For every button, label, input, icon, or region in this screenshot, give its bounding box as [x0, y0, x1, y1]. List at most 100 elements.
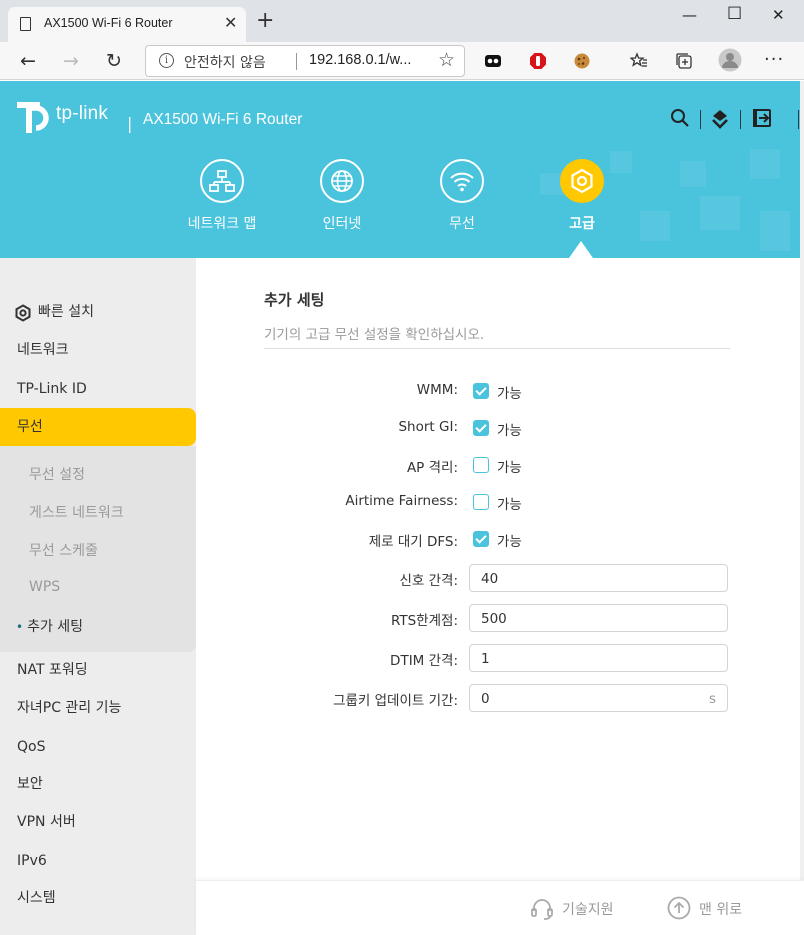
zero-wait-dfs-label: 제로 대기 DFS: [368, 534, 458, 550]
nav-wireless[interactable]: 무선 [402, 159, 522, 233]
sidebar-item-quick-setup[interactable]: 빠른 설치 [0, 293, 196, 331]
sidebar-item-qos[interactable]: QoS [0, 728, 196, 766]
maximize-icon[interactable]: ☐ [727, 4, 742, 24]
scrollbar[interactable] [800, 81, 804, 935]
divider [740, 110, 741, 129]
airtime-fairness-label: Airtime Fairness: [345, 493, 458, 509]
ap-isolation-checkbox[interactable] [473, 457, 489, 473]
tplink-logo-icon [17, 102, 49, 133]
headset-icon [531, 899, 553, 920]
group-key-update-input[interactable]: 0 s [469, 684, 728, 712]
ap-isolation-enable-label[interactable]: 가능 [497, 456, 522, 476]
decor [750, 149, 780, 179]
divider [798, 110, 799, 129]
sidebar-item-label: 보안 [17, 776, 43, 792]
nav-advanced[interactable]: 고급 [522, 159, 642, 233]
brand-name: tp-link [56, 103, 109, 124]
field-value: 0 [481, 691, 490, 707]
back-icon[interactable]: ← [20, 50, 36, 72]
divider [296, 53, 297, 70]
gear-icon [15, 304, 31, 322]
rts-threshold-label: RTS한계점: [390, 613, 458, 629]
sidebar-item-label: QoS [17, 739, 46, 755]
dtim-interval-label: DTIM 간격: [390, 653, 458, 669]
sidebar-item-security[interactable]: 보안 [0, 765, 196, 803]
wifi-icon [440, 159, 484, 203]
url-text[interactable]: 192.168.0.1/w... [309, 52, 411, 68]
sidebar-item-label: 시스템 [17, 890, 56, 906]
sidebar-item-ipv6[interactable]: IPv6 [0, 842, 196, 880]
active-nav-pointer [569, 241, 593, 258]
short-gi-checkbox[interactable] [473, 420, 489, 436]
sidebar: 빠른 설치 네트워크 TP-Link ID 무선 무선 설정 게스트 네트워크 … [0, 258, 196, 935]
address-bar[interactable]: i 안전하지 않음 192.168.0.1/w... ☆ [145, 45, 465, 77]
sidebar-item-label: IPv6 [17, 853, 47, 869]
nav-internet[interactable]: 인터넷 [282, 159, 402, 233]
reload-icon[interactable]: ↻ [106, 50, 122, 72]
airtime-fairness-checkbox[interactable] [473, 494, 489, 510]
divider: | [127, 114, 133, 133]
logout-icon[interactable] [752, 108, 772, 128]
zero-wait-dfs-checkbox[interactable] [473, 531, 489, 547]
wmm-label: WMM: [416, 382, 458, 398]
short-gi-label: Short GI: [398, 419, 458, 435]
airtime-fairness-enable-label[interactable]: 가능 [497, 493, 522, 513]
wmm-checkbox[interactable] [473, 383, 489, 399]
close-tab-icon[interactable]: ✕ [224, 13, 237, 32]
divider [700, 110, 701, 129]
browser-tab[interactable]: AX1500 Wi-Fi 6 Router ✕ [8, 7, 246, 42]
field-unit: s [708, 691, 716, 707]
sidebar-item-label: VPN 서버 [17, 814, 76, 830]
zero-wait-dfs-enable-label[interactable]: 가능 [497, 530, 522, 550]
back-to-top-label: 맨 위로 [699, 902, 743, 918]
page-icon [20, 17, 31, 31]
router-model: AX1500 Wi-Fi 6 Router [143, 111, 303, 128]
nav-label: 인터넷 [322, 216, 362, 232]
field-value: 1 [481, 651, 490, 667]
field-value: 500 [481, 611, 507, 627]
favorites-icon[interactable] [630, 52, 648, 70]
network-map-icon [200, 159, 244, 203]
nav-label: 네트워크 맵 [187, 216, 257, 232]
window-close-icon[interactable]: ✕ [772, 6, 785, 24]
profile-avatar-icon[interactable] [718, 48, 742, 72]
sidebar-item-label: 빠른 설치 [38, 304, 94, 320]
cookie-icon[interactable] [573, 52, 591, 70]
short-gi-enable-label[interactable]: 가능 [497, 419, 522, 439]
browser-toolbar: ← → ↻ i 안전하지 않음 192.168.0.1/w... ☆ ··· [0, 42, 804, 80]
decor [700, 196, 740, 230]
new-tab-icon[interactable]: + [256, 10, 274, 32]
group-key-update-label: 그룹키 업데이트 기간: [333, 693, 458, 709]
support-link[interactable]: 기술지원 [530, 899, 614, 920]
extension-icon[interactable] [484, 52, 502, 70]
info-icon[interactable]: i [159, 53, 174, 68]
beacon-interval-label: 신호 간격: [399, 573, 458, 589]
wmm-enable-label[interactable]: 가능 [497, 382, 522, 402]
nav-label: 고급 [569, 216, 595, 232]
security-label[interactable]: 안전하지 않음 [184, 52, 266, 72]
ap-isolation-label: AP 격리: [406, 460, 458, 476]
sidebar-item-vpn-server[interactable]: VPN 서버 [0, 803, 196, 841]
decor [680, 161, 706, 187]
sidebar-item-network[interactable]: 네트워크 [0, 331, 196, 369]
download-app-icon[interactable] [710, 108, 730, 130]
sidebar-item-system[interactable]: 시스템 [0, 879, 196, 917]
beacon-interval-input[interactable]: 40 [469, 564, 728, 592]
more-menu-icon[interactable]: ··· [764, 49, 784, 70]
minimize-icon[interactable]: — [682, 6, 697, 24]
dtim-interval-input[interactable]: 1 [469, 644, 728, 672]
search-icon[interactable] [670, 108, 690, 128]
collections-icon[interactable] [675, 52, 693, 70]
nav-network-map[interactable]: 네트워크 맵 [162, 159, 282, 233]
globe-icon [320, 159, 364, 203]
nav-label: 무선 [449, 216, 475, 232]
forward-icon[interactable]: → [63, 50, 79, 72]
sidebar-item-label: 네트워크 [17, 342, 69, 358]
favorite-star-icon[interactable]: ☆ [438, 49, 455, 71]
divider [264, 348, 730, 349]
support-label: 기술지원 [562, 902, 614, 918]
rts-threshold-input[interactable]: 500 [469, 604, 728, 632]
back-to-top-link[interactable]: 맨 위로 [667, 896, 743, 920]
adblock-icon[interactable] [529, 52, 547, 70]
page-subtitle: 기기의 고급 무선 설정을 확인하십시오. [264, 327, 485, 343]
